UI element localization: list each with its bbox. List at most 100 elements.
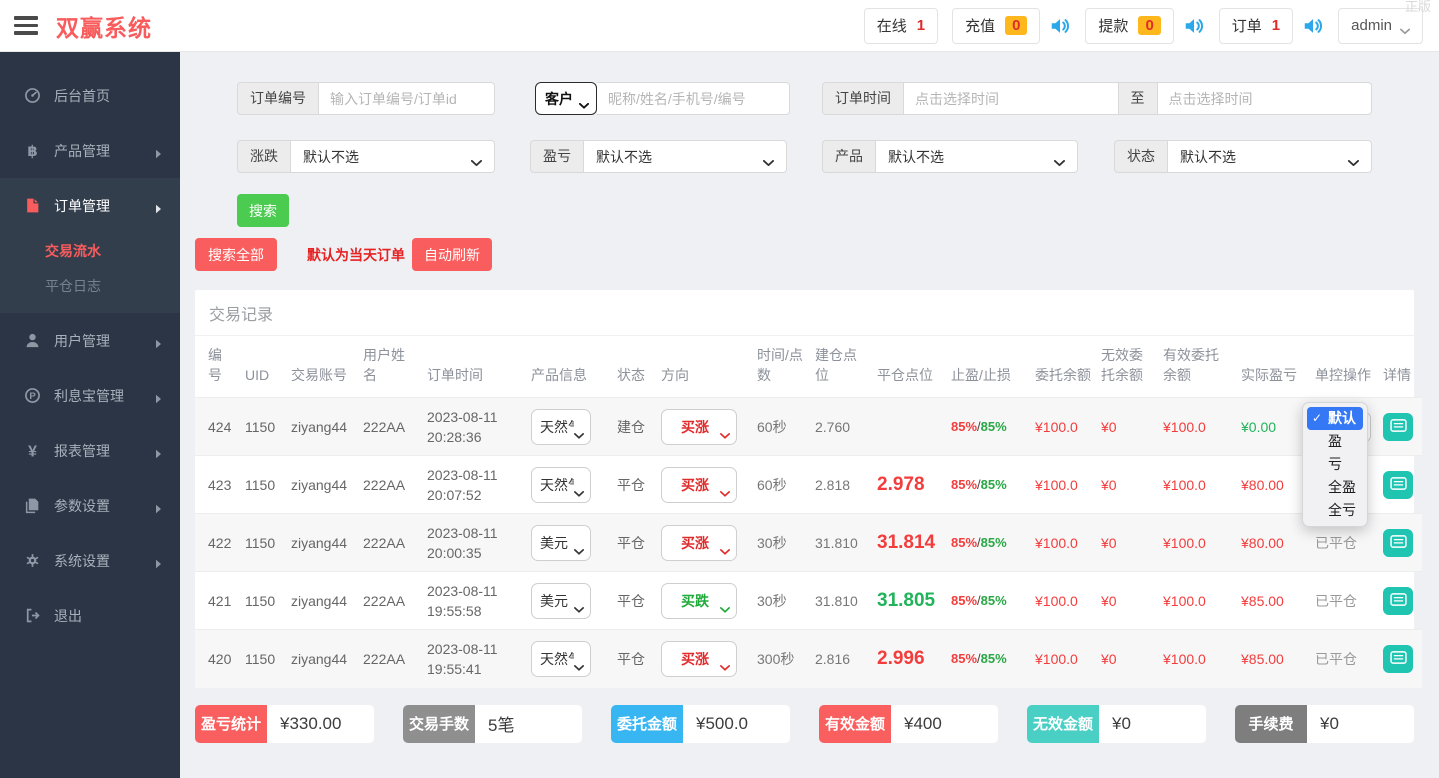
- stat-3[interactable]: 订单 1: [1218, 7, 1294, 44]
- menu-option-4[interactable]: 全亏: [1307, 499, 1363, 522]
- sidebar-item-2[interactable]: 订单管理: [0, 178, 180, 233]
- summary-value: ¥400: [891, 704, 998, 743]
- order-time: 2023-08-11 19:55:41: [427, 640, 498, 677]
- sidebar-item-8[interactable]: 退出: [0, 588, 180, 643]
- column-header: 无效委托余额: [1101, 347, 1143, 383]
- sidebar-item-4[interactable]: P 利息宝管理: [0, 368, 180, 423]
- volume-icon[interactable]: [1183, 15, 1205, 37]
- logout-icon: [24, 607, 41, 624]
- brand-title: 双赢系统: [56, 14, 152, 41]
- invalid-entrust: ¥0: [1101, 592, 1117, 609]
- sidebar-item-6[interactable]: 参数设置: [0, 478, 180, 533]
- uid: 1150: [245, 418, 276, 435]
- updown-value: 默认不选: [303, 148, 359, 165]
- menu-option-3[interactable]: 全盈: [1307, 476, 1363, 499]
- take-profit: 85%: [951, 535, 978, 550]
- direction-select[interactable]: 买跌: [661, 582, 737, 619]
- filter-order-time: 订单时间 至: [822, 82, 1372, 115]
- filter-updown: 涨跌 默认不选: [237, 140, 495, 173]
- menu-toggle-icon[interactable]: [14, 16, 38, 35]
- actual-pnl: ¥80.00: [1241, 476, 1284, 493]
- volume-icon[interactable]: [1302, 15, 1324, 37]
- entrust-balance: ¥100.0: [1035, 534, 1078, 551]
- chevron-down-icon: [720, 424, 730, 439]
- search-all-button[interactable]: 搜索全部: [195, 238, 277, 271]
- arrow-right-icon: [155, 201, 162, 213]
- volume-icon[interactable]: [1049, 15, 1071, 37]
- chevron-down-icon: [471, 153, 482, 166]
- auto-refresh-button[interactable]: 自动刷新: [412, 238, 492, 271]
- customer-input[interactable]: [597, 82, 790, 115]
- user-name: 222AA: [363, 650, 406, 667]
- time-start-input[interactable]: [904, 82, 1119, 115]
- trade-account: ziyang44: [291, 650, 348, 667]
- time-end-input[interactable]: [1157, 82, 1372, 115]
- sidebar-item-7[interactable]: 系统设置: [0, 533, 180, 588]
- detail-button[interactable]: [1383, 528, 1413, 557]
- search-button[interactable]: 搜索: [237, 194, 289, 227]
- yen-icon: ¥: [24, 442, 41, 460]
- stop-loss: 85%: [980, 419, 1007, 434]
- pnl-label: 盈亏: [530, 140, 584, 173]
- position-status: 平仓: [617, 534, 645, 551]
- stat-label: 订单: [1231, 18, 1262, 35]
- stat-label: 提款: [1098, 18, 1129, 35]
- product-cell-select[interactable]: 美元: [531, 582, 591, 619]
- chevron-down-icon: [1348, 153, 1359, 166]
- menu-option-0[interactable]: ✓ 默认: [1307, 407, 1363, 430]
- control-status: 已平仓: [1315, 534, 1357, 551]
- status-select[interactable]: 默认不选: [1168, 140, 1372, 173]
- stat-count-badge: 1: [1271, 17, 1281, 34]
- position-status: 平仓: [617, 476, 645, 493]
- direction-select[interactable]: 买涨: [661, 466, 737, 503]
- stop-loss: 85%: [980, 651, 1007, 667]
- product-cell-select[interactable]: 天然气: [531, 466, 591, 503]
- direction-select[interactable]: 买涨: [661, 408, 737, 445]
- menu-option-label: 全盈: [1328, 479, 1356, 495]
- updown-select[interactable]: 默认不选: [291, 140, 495, 173]
- detail-icon: [1389, 476, 1407, 493]
- direction-value: 买涨: [681, 534, 709, 551]
- menu-option-1[interactable]: 盈: [1307, 430, 1363, 453]
- duration: 30秒: [757, 592, 787, 609]
- summary-3: 有效金额 ¥400: [819, 704, 998, 743]
- product-cell-select[interactable]: 美元: [531, 524, 591, 561]
- order-no-input[interactable]: [319, 82, 495, 115]
- actual-pnl: ¥85.00: [1241, 592, 1284, 609]
- arrow-right-icon: [155, 501, 162, 513]
- sidebar-item-3[interactable]: 用户管理: [0, 313, 180, 368]
- direction-select[interactable]: 买涨: [661, 524, 737, 561]
- sidebar-item-5[interactable]: ¥ 报表管理: [0, 423, 180, 478]
- detail-button[interactable]: [1383, 644, 1413, 673]
- stat-2[interactable]: 提款 0: [1085, 7, 1174, 44]
- sidebar-group: 订单管理 交易流水 平仓日志: [0, 178, 180, 313]
- detail-button[interactable]: [1383, 586, 1413, 615]
- sidebar-subitem-1[interactable]: 平仓日志: [0, 268, 180, 303]
- detail-button[interactable]: [1383, 412, 1413, 441]
- product-cell-select[interactable]: 天然气: [531, 640, 591, 677]
- sidebar-item-1[interactable]: ฿ 产品管理: [0, 123, 180, 178]
- chevron-down-icon: [578, 96, 590, 109]
- product-cell-select[interactable]: 天然气: [531, 408, 591, 445]
- sidebar-subitem-0[interactable]: 交易流水: [0, 233, 180, 268]
- pnl-select[interactable]: 默认不选: [584, 140, 787, 173]
- table-row: 420 1150 ziyang44 222AA 2023-08-11 19:55…: [195, 629, 1422, 688]
- stat-1[interactable]: 充值 0: [952, 7, 1041, 44]
- product-select[interactable]: 默认不选: [876, 140, 1078, 173]
- open-price: 31.810: [815, 592, 858, 609]
- product-name: 美元: [540, 592, 568, 609]
- stat-0[interactable]: 在线 1: [863, 7, 939, 44]
- detail-button[interactable]: [1383, 470, 1413, 499]
- user-name: 222AA: [363, 476, 406, 493]
- entrust-balance: ¥100.0: [1035, 418, 1078, 435]
- sidebar-subitem-label: 交易流水: [45, 242, 101, 259]
- chevron-down-icon: [574, 482, 584, 497]
- duration: 30秒: [757, 534, 787, 551]
- menu-option-2[interactable]: 亏: [1307, 453, 1363, 476]
- stat-label: 充值: [965, 18, 996, 35]
- records-card: 交易记录 编号 UID 交易账号 用户姓名 订单时间 产品信息 状态 方向 时间/点数 建仓点位平…: [195, 290, 1422, 688]
- direction-select[interactable]: 买涨: [661, 640, 737, 677]
- sidebar-item-0[interactable]: 后台首页: [0, 68, 180, 123]
- customer-type-select[interactable]: 客户: [535, 82, 597, 115]
- stop-loss: 85%: [980, 593, 1007, 608]
